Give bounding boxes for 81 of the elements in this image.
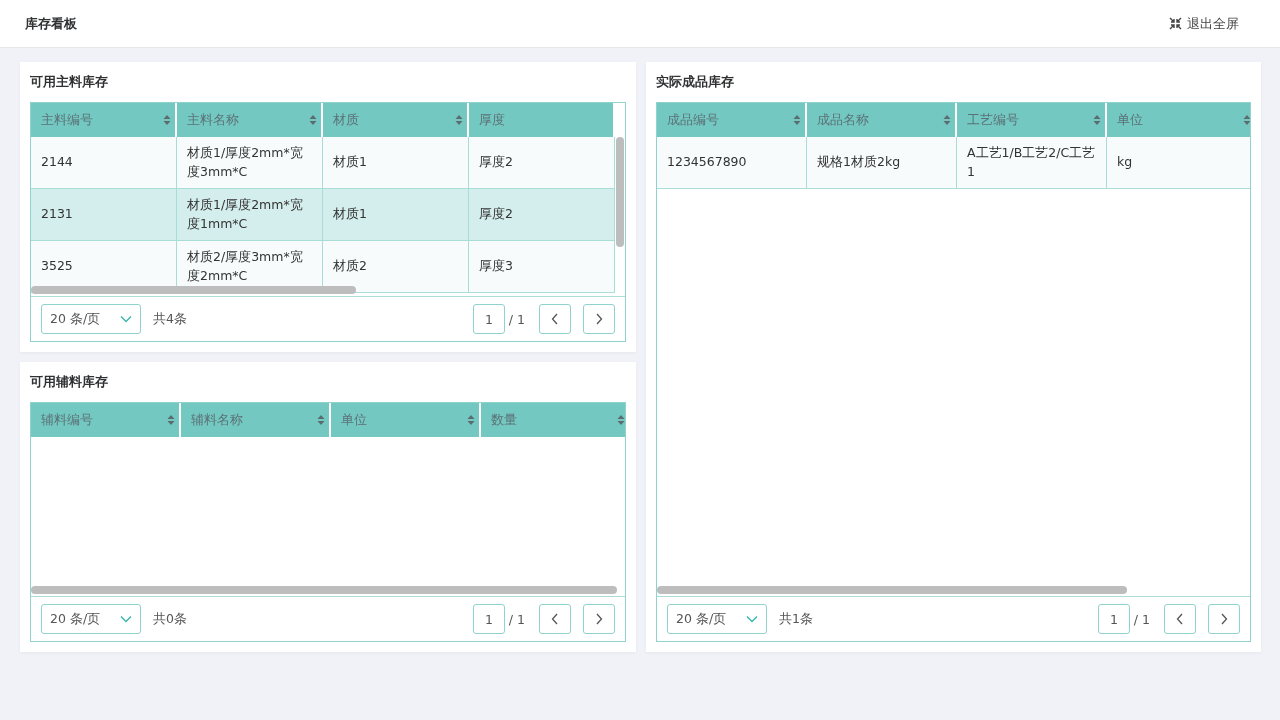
table-cell: 2144 <box>31 137 177 188</box>
horizontal-scrollbar[interactable] <box>657 586 1127 594</box>
previous-page-button[interactable] <box>539 604 571 634</box>
column-label: 成品名称 <box>817 111 869 129</box>
chevron-left-icon <box>551 613 559 625</box>
exit-fullscreen-icon <box>1169 17 1182 30</box>
exit-fullscreen-button[interactable]: 退出全屏 <box>1169 10 1255 37</box>
sort-icon[interactable] <box>162 114 171 126</box>
sort-icon[interactable] <box>317 414 325 426</box>
vertical-scrollbar[interactable] <box>616 137 624 247</box>
column-header[interactable]: 辅料编号 <box>31 403 181 437</box>
column-label: 单位 <box>1117 111 1143 129</box>
column-label: 辅料编号 <box>41 411 93 429</box>
column-label: 数量 <box>491 411 517 429</box>
column-header[interactable]: 单位 <box>331 403 481 437</box>
sort-icon[interactable] <box>308 114 317 126</box>
total-count: 共0条 <box>153 610 187 628</box>
table-cell: 材质1 <box>323 137 469 188</box>
sort-icon[interactable] <box>467 414 475 426</box>
chevron-left-icon <box>551 313 559 325</box>
page-count: / 1 <box>508 311 525 327</box>
table-row[interactable]: 2144 材质1/厚度2mm*宽度3mm*C 材质1 厚度2 <box>31 137 615 189</box>
table-cell: 1234567890 <box>657 137 807 188</box>
table-row[interactable]: 2131 材质1/厚度2mm*宽度1mm*C 材质1 厚度2 <box>31 189 615 241</box>
table-row[interactable]: 3525 材质2/厚度3mm*宽度2mm*C 材质2 厚度3 <box>31 241 615 293</box>
panel-title: 可用主料库存 <box>30 73 109 91</box>
chevron-down-icon <box>120 615 132 623</box>
sort-icon[interactable] <box>617 414 625 426</box>
table-cell: 材质1/厚度2mm*宽度1mm*C <box>177 189 323 240</box>
chevron-left-icon <box>1176 613 1184 625</box>
page-input[interactable]: 1 <box>472 304 505 334</box>
page-size-select[interactable]: 20 条/页 <box>41 304 141 334</box>
page-input[interactable]: 1 <box>472 604 505 634</box>
page-size-select[interactable]: 20 条/页 <box>667 604 767 634</box>
table-cell: 厚度2 <box>469 137 615 188</box>
table-cell: A工艺1/B工艺2/C工艺1 <box>957 137 1107 188</box>
chevron-right-icon <box>1220 613 1228 625</box>
sort-icon[interactable] <box>167 414 175 426</box>
next-page-button[interactable] <box>583 604 615 634</box>
next-page-button[interactable] <box>583 304 615 334</box>
panel-title: 实际成品库存 <box>656 73 735 91</box>
chevron-down-icon <box>746 615 758 623</box>
page-input[interactable]: 1 <box>1097 604 1130 634</box>
table-cell: 材质1/厚度2mm*宽度3mm*C <box>177 137 323 188</box>
column-label: 单位 <box>341 411 367 429</box>
table-cell: 厚度2 <box>469 189 615 240</box>
panel-title: 可用辅料库存 <box>30 373 109 391</box>
column-label: 工艺编号 <box>967 111 1019 129</box>
total-count: 共4条 <box>153 310 187 328</box>
column-label: 主料编号 <box>41 111 93 129</box>
table-cell: kg <box>1107 137 1250 188</box>
column-label: 主料名称 <box>186 111 239 129</box>
previous-page-button[interactable] <box>539 304 571 334</box>
page-count: / 1 <box>1133 611 1150 627</box>
page-title: 库存看板 <box>25 14 77 33</box>
previous-page-button[interactable] <box>1164 604 1196 634</box>
horizontal-scrollbar[interactable] <box>31 586 617 594</box>
table-cell: 材质1 <box>323 189 469 240</box>
table-cell: 厚度3 <box>469 241 615 292</box>
table-row[interactable]: 1234567890 规格1材质2kg A工艺1/B工艺2/C工艺1 kg <box>657 137 1250 189</box>
table-cell: 规格1材质2kg <box>807 137 957 188</box>
total-count: 共1条 <box>779 610 813 628</box>
column-header[interactable]: 数量 <box>481 403 625 437</box>
page-count: / 1 <box>508 611 525 627</box>
table-cell: 2131 <box>31 189 177 240</box>
chevron-right-icon <box>595 313 603 325</box>
column-label: 成品编号 <box>667 111 719 129</box>
sort-icon[interactable] <box>793 114 801 126</box>
sort-icon[interactable] <box>943 114 951 126</box>
chevron-down-icon <box>120 315 132 323</box>
sort-icon[interactable] <box>1093 114 1101 126</box>
column-label: 材质 <box>332 111 359 129</box>
column-label: 厚度 <box>478 111 505 129</box>
page-size-select[interactable]: 20 条/页 <box>41 604 141 634</box>
horizontal-scrollbar[interactable] <box>31 286 356 294</box>
column-header[interactable]: 辅料名称 <box>181 403 331 437</box>
chevron-right-icon <box>595 613 603 625</box>
sort-icon[interactable] <box>1243 114 1250 126</box>
column-label: 辅料名称 <box>191 411 243 429</box>
sort-icon[interactable] <box>454 114 463 126</box>
next-page-button[interactable] <box>1208 604 1240 634</box>
